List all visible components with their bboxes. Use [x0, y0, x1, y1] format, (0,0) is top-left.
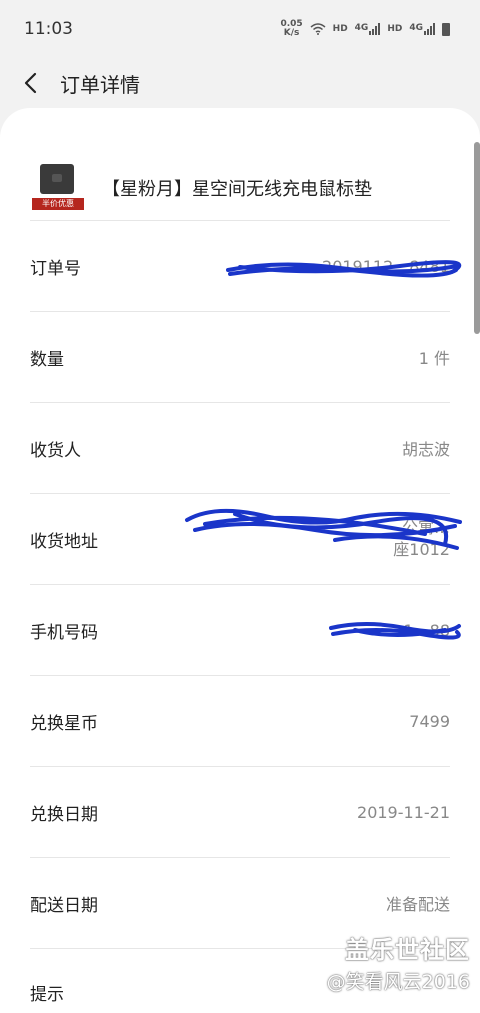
chevron-left-icon: [24, 72, 37, 94]
wifi-icon: [310, 23, 326, 35]
status-icons: 0.05 K/s HD 4G HD 4G: [280, 20, 450, 38]
hd-label-2: HD: [387, 24, 403, 34]
row-exchange-date: 兑换日期 2019-11-21: [30, 766, 450, 857]
page-title: 订单详情: [60, 72, 140, 97]
row-order-number: 订单号 2019112…8481: [30, 220, 450, 311]
order-number-value: 2019112…8481: [322, 256, 450, 276]
row-label: 手机号码: [30, 622, 98, 643]
address-value: 公寓… 座1012: [393, 517, 450, 561]
row-quantity: 数量 1 件: [30, 311, 450, 402]
quantity-value: 1 件: [418, 349, 450, 368]
status-bar: 11:03 0.05 K/s HD 4G HD 4G: [0, 0, 480, 58]
address-line-2: 座1012: [393, 540, 450, 559]
watermark: 盖乐世社区 @笑看风云2016: [327, 930, 470, 994]
recipient-value: 胡志波: [401, 440, 450, 459]
hd-label-1: HD: [332, 24, 348, 34]
order-info-list: 订单号 2019112…8481 数量 1 件 收货人 胡志波 收货地址 公寓……: [30, 220, 450, 950]
watermark-author: @笑看风云2016: [326, 971, 470, 993]
row-label: 兑换星币: [30, 713, 98, 734]
mousepad-image: [40, 164, 74, 194]
coins-value: 7499: [409, 711, 450, 731]
row-recipient: 收货人 胡志波: [30, 402, 450, 493]
product-item[interactable]: 半价优惠 【星粉月】星空间无线充电鼠标垫: [30, 156, 450, 220]
order-detail-card: 半价优惠 【星粉月】星空间无线充电鼠标垫 订单号 2019112…8481 数量…: [0, 108, 480, 1013]
watermark-brand: 盖乐世社区: [345, 936, 470, 964]
row-label: 收货地址: [30, 531, 98, 552]
exchange-date-value: 2019-11-21: [357, 802, 450, 822]
header: 订单详情: [0, 58, 480, 108]
delivery-status-value: 准备配送: [385, 895, 450, 914]
row-label: 收货人: [30, 440, 81, 461]
network-speed: 0.05 K/s: [280, 19, 303, 38]
row-label: 订单号: [30, 258, 81, 279]
hint-heading: 提示: [30, 985, 64, 1005]
battery-icon: [442, 22, 450, 36]
scrollbar[interactable]: [474, 142, 480, 334]
back-button[interactable]: [0, 58, 60, 108]
product-thumbnail: 半价优惠: [30, 164, 86, 212]
signal-bars-icon: [424, 23, 435, 35]
row-address: 收货地址 公寓… 座1012: [30, 493, 450, 584]
address-line-1: 公寓…: [401, 518, 450, 537]
row-label: 数量: [30, 349, 64, 370]
signal-1: 4G: [355, 23, 381, 35]
status-time: 11:03: [24, 19, 73, 39]
row-label: 配送日期: [30, 895, 98, 916]
signal-bars-icon: [369, 23, 381, 35]
row-label: 兑换日期: [30, 804, 98, 825]
row-phone: 手机号码 1…88: [30, 584, 450, 675]
phone-value: 1…88: [403, 620, 450, 640]
signal-2: 4G: [409, 23, 435, 35]
row-coins: 兑换星币 7499: [30, 675, 450, 766]
discount-tag: 半价优惠: [32, 198, 84, 210]
product-name: 【星粉月】星空间无线充电鼠标垫: [102, 179, 372, 200]
